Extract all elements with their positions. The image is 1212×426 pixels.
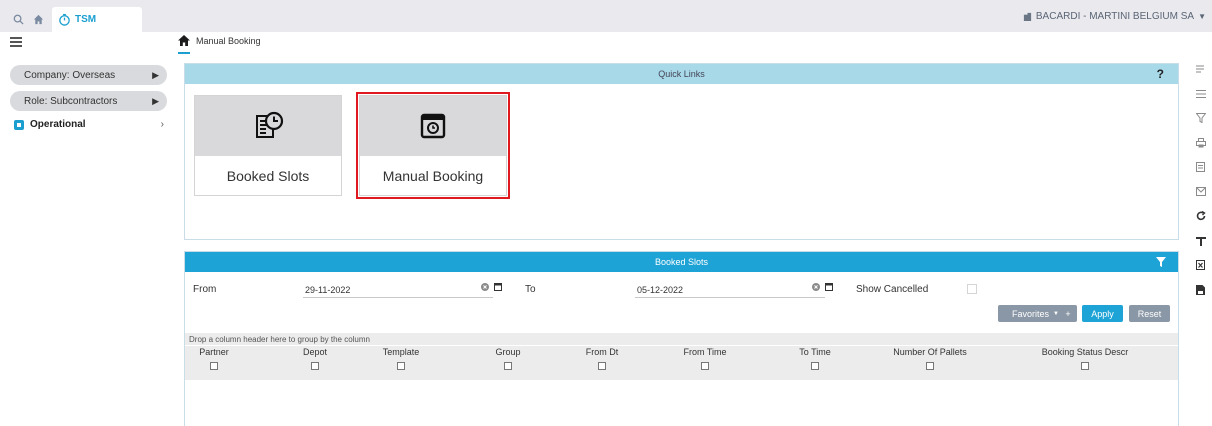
clear-icon[interactable] [812,283,820,291]
list-icon[interactable] [1196,82,1206,107]
right-toolbar [1196,57,1212,302]
chevron-right-icon: ▶ [152,69,159,80]
column-header: Depot [302,347,328,357]
column-number-of-pallets[interactable]: Number Of Pallets [880,346,980,370]
column-filter-checkbox[interactable] [397,362,405,370]
calendar-icon[interactable] [494,283,502,291]
from-date-controls [481,283,502,291]
column-filter-checkbox[interactable] [926,362,934,370]
to-date-input[interactable]: 05-12-2022 [635,282,825,298]
to-label: To [525,284,536,295]
home-icon[interactable] [178,35,190,46]
column-filter-checkbox[interactable] [311,362,319,370]
calendar-clock-icon [420,113,446,139]
mail-icon[interactable] [1196,180,1206,205]
excel-icon[interactable] [1196,253,1205,278]
column-header: Template [382,347,420,357]
sidebar-item-label: Company: Overseas [24,69,116,81]
column-partner[interactable]: Partner [189,346,239,370]
column-header: To Time [799,347,831,357]
top-bar: TSM BACARDI - MARTINI BELGIUM SA ▼ [0,0,1212,32]
from-label: From [193,284,217,295]
print-icon[interactable] [1196,131,1206,156]
column-filter-checkbox[interactable] [210,362,218,370]
show-cancelled-checkbox[interactable] [967,284,977,294]
sidebar-item-role[interactable]: Role: Subcontractors ▶ [10,91,167,111]
column-header: Booking Status Descr [1041,347,1129,357]
column-booking-status-descr[interactable]: Booking Status Descr [1020,346,1150,370]
chevron-right-icon: › [160,119,164,130]
column-filter-checkbox[interactable] [811,362,819,370]
column-filter-checkbox[interactable] [504,362,512,370]
tile-label: Booked Slots [226,168,310,184]
operational-icon [14,119,24,130]
column-header: From Dt [585,347,619,357]
breadcrumb: Manual Booking [178,35,261,46]
quick-links-header: Quick Links ? [185,64,1178,84]
column-header: Group [495,347,521,357]
edit-list-icon[interactable] [1196,57,1206,82]
chevron-right-icon: ▶ [152,95,159,106]
booked-slots-panel: Booked Slots From 29-11-2022 To 05-12-20… [184,251,1179,426]
column-from-time[interactable]: From Time [670,346,740,370]
column-filter-checkbox[interactable] [1081,362,1089,370]
quick-links-title: Quick Links [658,69,705,79]
filter-outline-icon[interactable] [1196,106,1206,131]
booked-slots-header: Booked Slots [185,252,1178,272]
tile-booked-slots[interactable]: Booked Slots [194,95,342,196]
stopwatch-icon [59,13,70,26]
refresh-icon[interactable] [1196,204,1206,229]
tab-tsm-label: TSM [75,14,97,25]
from-date-input[interactable]: 29-11-2022 [303,282,493,298]
column-filter-checkbox[interactable] [598,362,606,370]
building-icon [1023,12,1031,21]
column-header: Number Of Pallets [893,347,967,357]
tile-label: Manual Booking [382,168,484,184]
column-header: From Time [683,347,727,357]
column-template[interactable]: Template [371,346,431,370]
column-depot[interactable]: Depot [290,346,340,370]
text-format-icon[interactable] [1196,229,1206,254]
company-selector[interactable]: BACARDI - MARTINI BELGIUM SA ▼ [1023,11,1206,22]
save-icon[interactable] [1196,278,1205,303]
reset-button[interactable]: Reset [1129,305,1170,322]
search-icon[interactable] [8,7,28,32]
column-group[interactable]: Group [485,346,531,370]
schedule-list-icon [256,111,284,138]
home-icon[interactable] [28,7,48,32]
sidebar-item-label: Operational [30,119,86,130]
column-filter-checkbox[interactable] [701,362,709,370]
sidebar-item-company[interactable]: Company: Overseas ▶ [10,65,167,85]
apply-button[interactable]: Apply [1082,305,1123,322]
add-favorite-button[interactable]: + [1059,305,1077,322]
filter-icon[interactable] [1156,257,1166,267]
tile-manual-booking[interactable]: Manual Booking [356,92,510,199]
column-from-dt[interactable]: From Dt [577,346,627,370]
booked-slots-title: Booked Slots [654,257,709,267]
caret-down-icon: ▼ [1198,12,1206,21]
menu-icon[interactable] [10,37,22,47]
sidebar-item-label: Role: Subcontractors [24,95,118,107]
column-header: Partner [199,347,229,357]
tile-icon-area [360,96,506,156]
clear-icon[interactable] [481,283,489,291]
sidebar-item-operational[interactable]: Operational › [14,119,164,130]
document-icon[interactable] [1196,155,1205,180]
breadcrumb-page: Manual Booking [196,35,261,46]
column-to-time[interactable]: To Time [790,346,840,370]
grid-header: Partner Depot Template Group From Dt Fro… [185,346,1178,380]
company-name: BACARDI - MARTINI BELGIUM SA [1035,11,1195,22]
group-by-hint: Drop a column header here to group by th… [185,333,1178,345]
favorites-label: Favorites [1012,308,1050,319]
quick-links-panel: Quick Links ? Booked Slots Manual Bookin… [184,63,1179,240]
show-cancelled-label: Show Cancelled [856,284,929,295]
breadcrumb-underline [178,52,190,54]
help-icon[interactable]: ? [1157,67,1164,81]
tile-icon-area [195,96,341,156]
tab-tsm[interactable]: TSM [52,7,142,32]
calendar-icon[interactable] [825,283,833,291]
to-date-controls [812,283,833,291]
tab-strip [8,7,48,32]
